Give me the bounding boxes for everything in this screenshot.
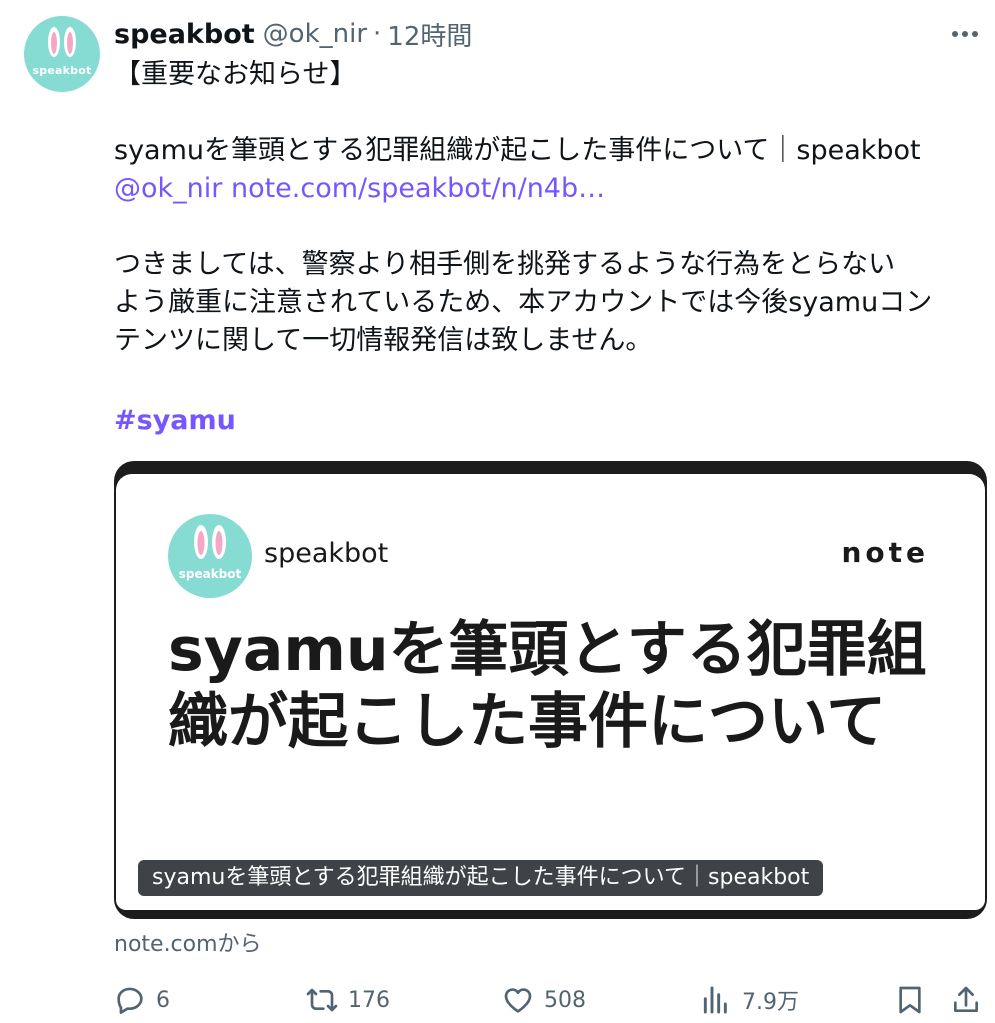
card-caption: syamuを筆頭とする犯罪組織が起こした事件について｜speakbot [138,860,824,896]
bunny-ears-icon [194,525,226,559]
card-author: speakbot [264,538,389,569]
card-title-line-1: syamuを筆頭とする犯罪組 [168,615,927,685]
title-line: syamuを筆頭とする犯罪組織が起こした事件について｜speakbot [114,135,921,166]
heart-icon [504,988,532,1013]
avatar-label: speakbot [32,64,92,77]
card-source[interactable]: note.comから [114,926,262,958]
views-button[interactable]: 7.9万 [700,980,799,1020]
retweet-count: 176 [348,987,390,1013]
retweet-icon [306,988,338,1012]
reply-icon [117,987,143,1014]
share-button[interactable] [950,980,992,1020]
paragraph-line-1: つきましては、警察より相手側を挑発するような行為をとらない [114,249,896,280]
avatar[interactable]: speakbot [24,16,100,92]
display-name[interactable]: speakbot [114,19,255,50]
separator-dot: · [373,19,382,49]
analytics-icon [703,986,727,1014]
mention-link[interactable]: @ok_nir [114,173,222,204]
bookmark-icon [899,986,921,1014]
bookmark-button[interactable] [894,980,936,1020]
url-link[interactable]: note.com/speakbot/n/n4b… [231,173,605,204]
user-handle[interactable]: @ok_nir [263,19,367,49]
action-bar: 6 176 508 7.9万 [114,980,994,1020]
hashtag-link[interactable]: #syamu [114,405,236,436]
bunny-ears-icon [48,27,76,57]
tweet-header: speakbot @ok_nir · 12時間 [114,14,472,54]
paragraph-line-3: テンツに関して一切情報発信は致しません。 [114,325,653,356]
reply-count: 6 [156,987,170,1013]
link-card[interactable]: speakbot speakbot note syamuを筆頭とする犯罪組 織が… [114,461,987,919]
reply-button[interactable]: 6 [114,980,170,1020]
timestamp[interactable]: 12時間 [387,16,472,53]
share-icon [954,986,978,1012]
like-button[interactable]: 508 [502,980,586,1020]
retweet-button[interactable]: 176 [306,980,390,1020]
more-options-icon[interactable] [947,18,983,50]
paragraph-line-2: よう厳重に注意されているため、本アカウントでは今後syamuコン [114,287,933,318]
link-line: @ok_nir note.com/speakbot/n/n4b… [114,170,989,208]
card-title: syamuを筆頭とする犯罪組 織が起こした事件について [168,614,928,758]
tweet-text: 【重要なお知らせ】 syamuを筆頭とする犯罪組織が起こした事件について｜spe… [114,56,989,440]
card-avatar: speakbot [168,514,252,598]
heading-line: 【重要なお知らせ】 [114,59,357,90]
like-count: 508 [544,987,586,1013]
card-avatar-label: speakbot [178,567,242,581]
note-logo: note [841,536,929,569]
view-count: 7.9万 [742,990,799,1015]
card-title-line-2: 織が起こした事件について [168,687,887,757]
card-image: speakbot speakbot note syamuを筆頭とする犯罪組 織が… [116,474,985,910]
